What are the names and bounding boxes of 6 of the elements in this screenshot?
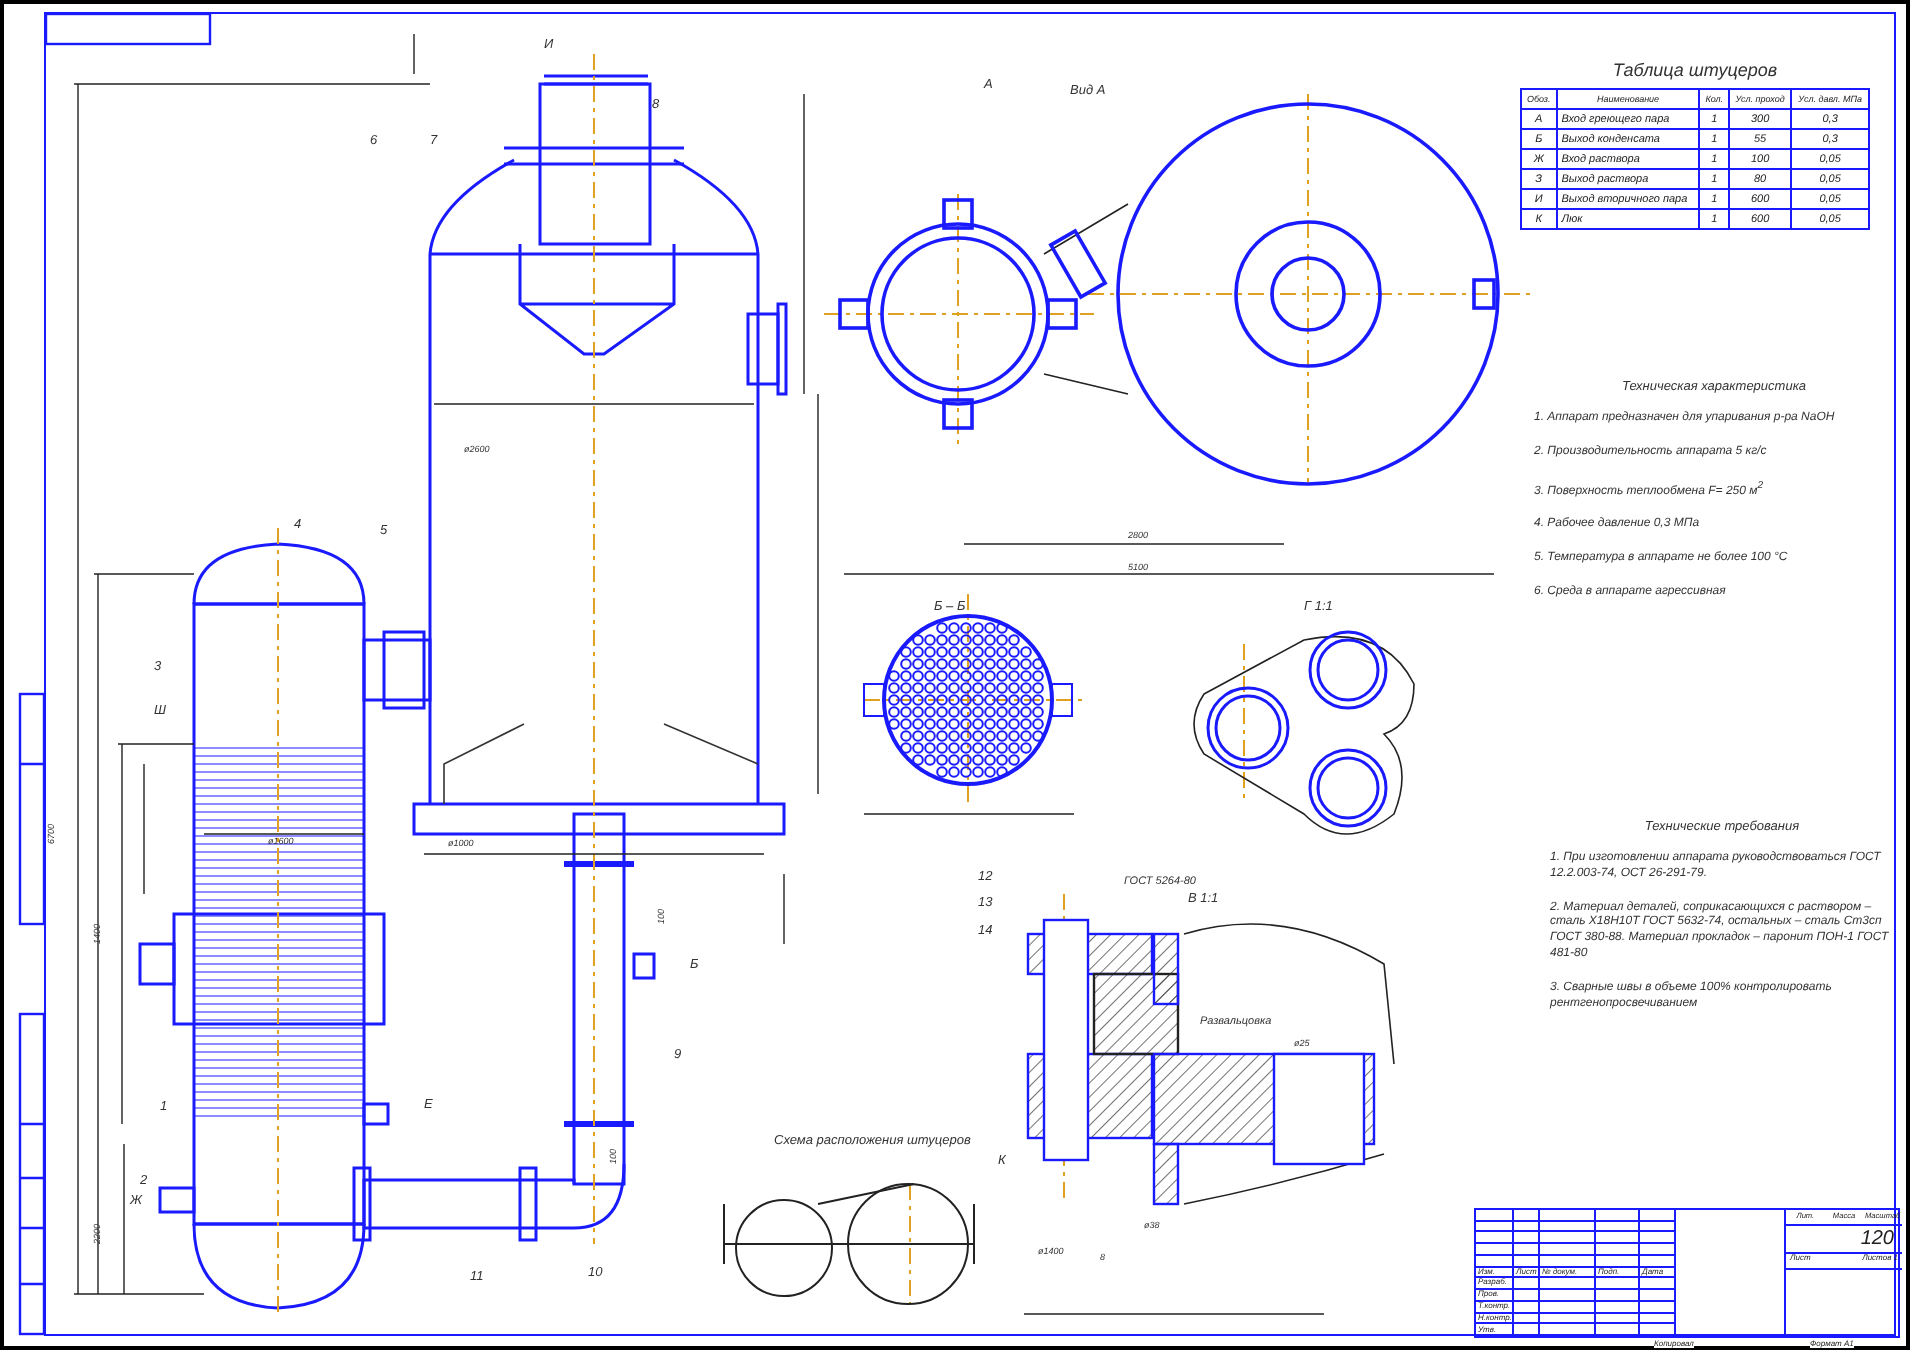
- dimension-line: [413, 33, 415, 75]
- table-title: Таблица штуцеров: [1610, 60, 1780, 80]
- centerline: [909, 1183, 911, 1305]
- scale-value: 120: [1786, 1226, 1902, 1254]
- dimension-line: [783, 873, 785, 945]
- dimension-line: [143, 763, 145, 895]
